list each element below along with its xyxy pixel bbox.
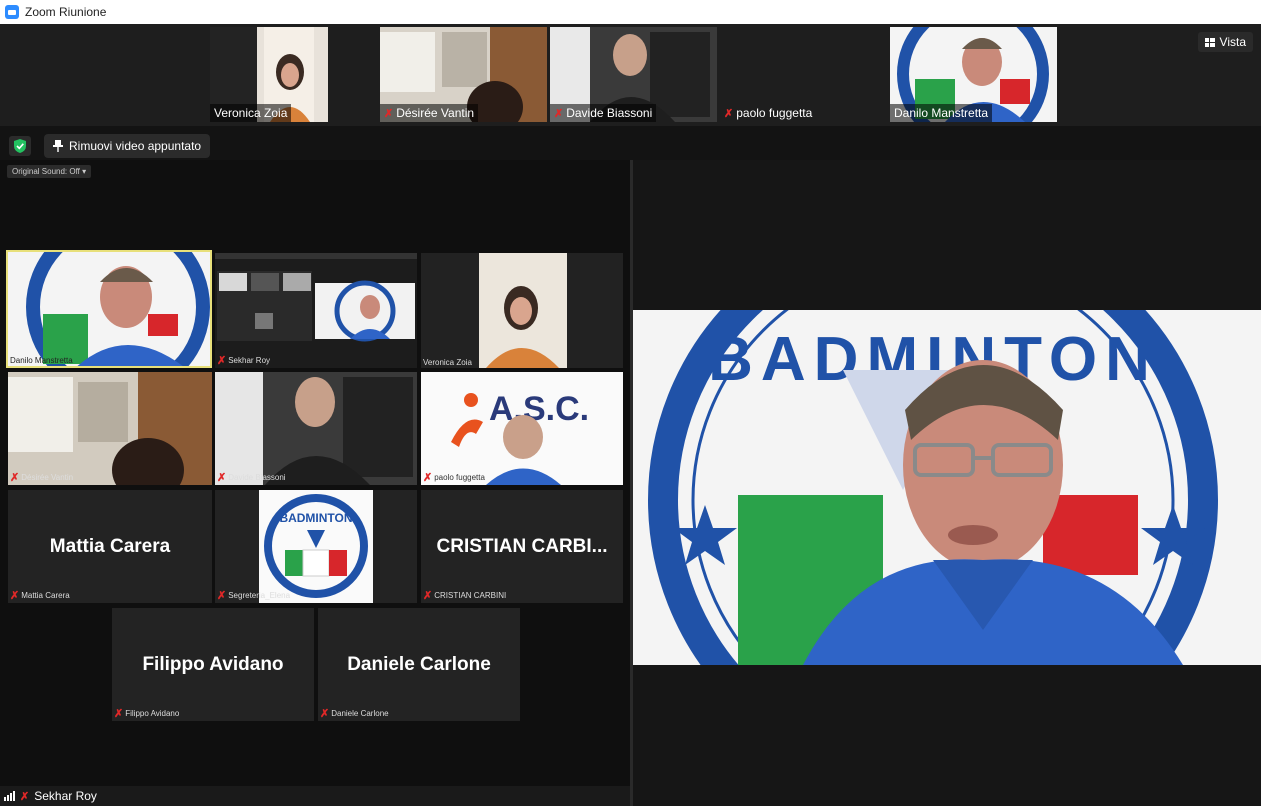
muted-mic-icon: ✗ (554, 107, 564, 120)
pin-icon (53, 140, 63, 152)
shared-video-tile: ✗ Sekhar Roy (215, 253, 417, 368)
shared-video-tile: Veronica Zoia (421, 253, 623, 368)
video-thumbnail[interactable]: ✗ Davide Biassoni (550, 27, 717, 122)
badminton-logo-text: BADMINTON (279, 511, 352, 525)
shared-video-tile: Daniele Carlone ✗ Daniele Carlone (318, 608, 520, 721)
video-feed (215, 253, 417, 342)
video-feed (479, 253, 567, 368)
shared-video-tile: ✗ Désirée Vantin (8, 372, 212, 485)
grid-view-icon (1204, 37, 1215, 47)
security-shield-icon[interactable] (9, 136, 31, 156)
shield-icon (14, 139, 26, 153)
tile-name: Veronica Zoia (423, 358, 472, 367)
video-thumbnail[interactable]: Veronica Zoia (210, 27, 328, 122)
video-thumbnail[interactable]: Danilo Manstretta (890, 27, 1057, 122)
presenter-bar: ✗ Sekhar Roy (0, 786, 634, 806)
muted-mic-icon: ✗ (10, 472, 20, 484)
unpin-video-button[interactable]: Rimuovi video appuntato (44, 134, 211, 158)
video-feed (215, 372, 417, 485)
title-bar: Zoom Riunione (0, 0, 1261, 24)
video-feed: BADMINTON (259, 490, 373, 603)
view-button[interactable]: Vista (1197, 32, 1253, 52)
unpin-label: Rimuovi video appuntato (69, 139, 202, 153)
participant-name: Veronica Zoia (210, 104, 292, 122)
tile-name: ✗ Sekhar Roy (217, 355, 271, 367)
muted-mic-icon: ✗ (217, 590, 227, 602)
presenter-name: Sekhar Roy (34, 789, 97, 803)
participant-name: Danilo Manstretta (890, 104, 993, 122)
tile-name: ✗ paolo fuggetta (423, 472, 485, 484)
tile-name: ✗ CRISTIAN CARBINI (423, 590, 507, 602)
pinned-video[interactable]: BADMINTON (633, 310, 1261, 665)
window-title: Zoom Riunione (25, 5, 107, 19)
video-thumbnail[interactable]: ✗ Désirée Vantin (380, 27, 547, 122)
shared-video-tile: ✗ Davide Biassoni (215, 372, 417, 485)
video-feed: BADMINTON (633, 310, 1261, 665)
tile-name: ✗ Segreteria_Elena (217, 590, 291, 602)
muted-mic-icon: ✗ (320, 708, 330, 720)
participant-display-name: CRISTIAN CARBI... (436, 535, 608, 557)
video-feed (26, 252, 210, 366)
asc-logo-text: A.S.C. (489, 390, 589, 428)
video-thumbnail[interactable]: ✗ paolo fuggetta (720, 27, 887, 122)
tile-name: ✗ Désirée Vantin (10, 472, 74, 484)
shared-video-tile: Filippo Avidano ✗ Filippo Avidano (112, 608, 314, 721)
tile-name: ✗ Mattia Carera (10, 590, 70, 602)
zoom-camera-icon (5, 5, 19, 19)
muted-mic-icon: ✗ (20, 790, 30, 803)
participant-display-name: Mattia Carera (49, 535, 171, 557)
original-sound-toggle[interactable]: Original Sound: Off ▾ (7, 165, 92, 178)
participant-display-name: Daniele Carlone (347, 653, 491, 675)
tile-name: Danilo Manstretta (10, 356, 73, 365)
shared-video-tile: CRISTIAN CARBI... ✗ CRISTIAN CARBINI (421, 490, 623, 603)
shared-video-tile: BADMINTON ✗ Segreteria_Elena (215, 490, 417, 603)
tile-name: ✗ Davide Biassoni (217, 472, 286, 484)
tile-name: ✗ Daniele Carlone (320, 708, 389, 720)
participant-display-name: Filippo Avidano (142, 653, 284, 675)
signal-strength-icon (4, 791, 15, 801)
muted-mic-icon: ✗ (114, 708, 124, 720)
video-feed (8, 372, 212, 485)
view-label: Vista (1219, 35, 1246, 49)
muted-mic-icon: ✗ (217, 355, 227, 367)
muted-mic-icon: ✗ (724, 107, 734, 120)
participant-name: ✗ Désirée Vantin (380, 104, 479, 122)
muted-mic-icon: ✗ (217, 472, 227, 484)
muted-mic-icon: ✗ (384, 107, 394, 120)
participant-name: ✗ paolo fuggetta (724, 106, 813, 120)
shared-video-tile: Danilo Manstretta (6, 250, 212, 368)
shared-video-tile: Mattia Carera ✗ Mattia Carera (8, 490, 212, 603)
shared-video-tile: A.S.C. ✗ paolo fuggetta (421, 372, 623, 485)
video-feed: A.S.C. (451, 390, 589, 485)
muted-mic-icon: ✗ (10, 590, 20, 602)
tile-name: ✗ Filippo Avidano (114, 708, 180, 720)
participant-name: ✗ Davide Biassoni (550, 104, 657, 122)
muted-mic-icon: ✗ (423, 590, 433, 602)
muted-mic-icon: ✗ (423, 472, 433, 484)
